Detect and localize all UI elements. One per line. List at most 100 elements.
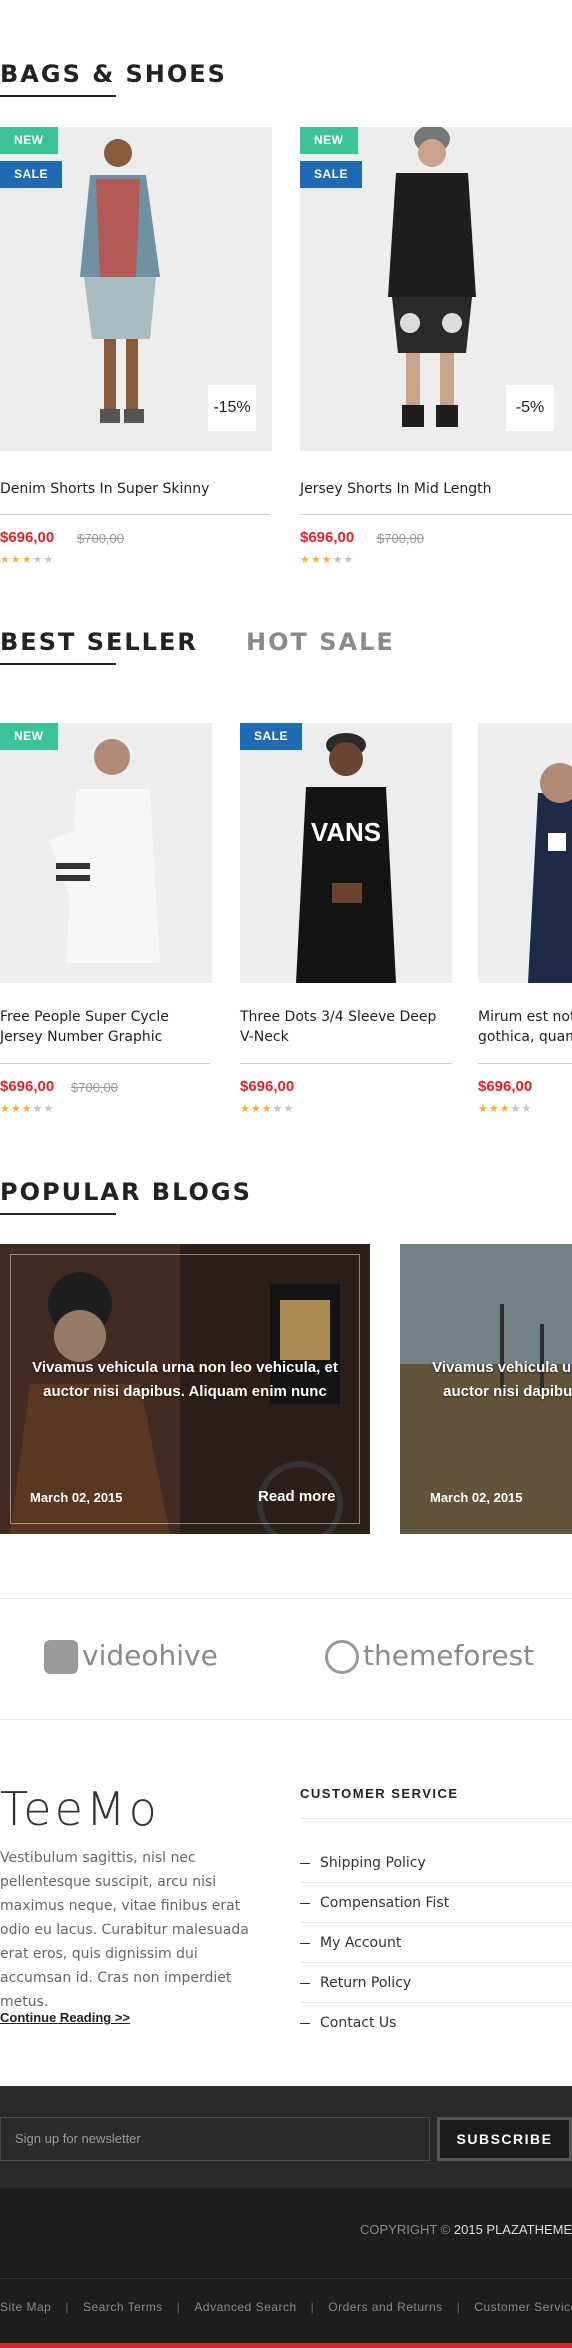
bottom-link-advanced-search[interactable]: Advanced Search	[194, 2300, 296, 2314]
product-price: $696,00	[0, 1078, 55, 1095]
product-image[interactable]: NEW SALE -5%	[300, 127, 572, 451]
star-rating: ★★★★★	[300, 554, 355, 566]
product-card[interactable]: VANS SALE Three Dots 3/4 Sleeve Deep V-N…	[240, 723, 452, 1123]
divider	[240, 1063, 452, 1064]
old-price: $700,00	[77, 531, 124, 546]
dash-icon	[300, 1862, 310, 1864]
copyright-prefix: COPYRIGHT ©	[360, 2222, 451, 2237]
blog-card[interactable]: Vivamus vehicula urna non leo vehicula, …	[400, 1244, 572, 1534]
blog-excerpt: Vivamus vehicula urna non leo vehicula, …	[432, 1359, 572, 1400]
divider	[0, 514, 270, 515]
separator: |	[456, 2300, 461, 2314]
title-underline	[0, 95, 116, 97]
separator: |	[310, 2300, 315, 2314]
tab-hot-sale[interactable]: HOT SALE	[246, 628, 395, 656]
product-name[interactable]: Free People Super Cycle Jersey Number Gr…	[0, 1007, 212, 1047]
title-underline	[0, 663, 116, 665]
sale-badge: SALE	[0, 161, 63, 188]
product-name[interactable]: Three Dots 3/4 Sleeve Deep V-Neck	[240, 1007, 452, 1047]
bags-shoes-title: BAGS & SHOES	[0, 60, 227, 88]
model-photo	[478, 723, 572, 983]
sale-badge: SALE	[300, 161, 363, 188]
old-price: $700,00	[377, 531, 424, 546]
blog-excerpt: Vivamus vehicula urna non leo vehicula, …	[32, 1359, 338, 1400]
cs-link-label: Compensation Fist	[320, 1895, 450, 1911]
cs-link-contact[interactable]: Contact Us	[300, 2003, 572, 2043]
cs-link-label: Shipping Policy	[320, 1855, 426, 1871]
footer-logo[interactable]: TeeMo	[0, 1782, 160, 1836]
copyright-name: 2015 PLAZATHEMES	[453, 2222, 572, 2237]
newsletter-input[interactable]: Sign up for newsletter	[0, 2117, 430, 2161]
dash-icon	[300, 1942, 310, 1944]
product-card[interactable]: NEW SALE -5% Jersey Shorts In Mid Length…	[300, 127, 572, 577]
cs-link-account[interactable]: My Account	[300, 1923, 572, 1963]
accent-bar	[0, 2343, 572, 2348]
cs-link-shipping[interactable]: Shipping Policy	[300, 1843, 572, 1883]
themeforest-icon	[325, 1640, 359, 1674]
product-name[interactable]: Mirum est notare quam littera gothica, q…	[478, 1007, 572, 1047]
divider	[300, 1818, 572, 1819]
dash-icon	[300, 2022, 310, 2024]
popular-blogs-title: POPULAR BLOGS	[0, 1178, 252, 1206]
brand-strip: videohive themeforest	[0, 1598, 572, 1720]
continue-reading-link[interactable]: Continue Reading >>	[0, 2010, 130, 2025]
cs-link-label: Contact Us	[320, 2015, 397, 2031]
model-photo	[0, 723, 212, 983]
blog-date: March 02, 2015	[30, 1490, 123, 1505]
tab-best-seller[interactable]: BEST SELLER	[0, 628, 198, 656]
product-price: $696,00	[478, 1078, 533, 1095]
bottom-link-customer-service[interactable]: Customer Service	[474, 2300, 572, 2314]
blog-date: March 02, 2015	[430, 1490, 523, 1505]
bottom-links: Site Map | Search Terms | Advanced Search | Or…	[0, 2300, 572, 2314]
brand-label: videohive	[82, 1639, 218, 1672]
product-card[interactable]: NEW SALE -15% Denim Shorts In Super Skin…	[0, 127, 272, 577]
dash-icon	[300, 1902, 310, 1904]
product-card[interactable]: NEW Free People Super Cycle Jersey Numbe…	[0, 723, 212, 1123]
separator: |	[65, 2300, 69, 2314]
new-badge: NEW	[0, 723, 58, 750]
cs-link-compensation[interactable]: Compensation Fist	[300, 1883, 572, 1923]
new-badge: NEW	[0, 127, 58, 154]
cs-link-label: My Account	[320, 1935, 402, 1951]
videohive-icon	[44, 1640, 78, 1674]
star-rating: ★★★★★	[0, 554, 55, 566]
product-image[interactable]: VANS SALE	[240, 723, 452, 983]
old-price: $700,00	[71, 1080, 118, 1095]
subscribe-button[interactable]: SUBSCRIBE	[437, 2117, 572, 2161]
bottom-link-sitemap[interactable]: Site Map	[0, 2300, 51, 2314]
product-image[interactable]	[478, 723, 572, 983]
separator: |	[176, 2300, 181, 2314]
bottom-link-orders-returns[interactable]: Orders and Returns	[328, 2300, 442, 2314]
divider	[478, 1063, 572, 1064]
discount-badge: -15%	[208, 385, 256, 431]
cs-link-return[interactable]: Return Policy	[300, 1963, 572, 2003]
new-badge: NEW	[300, 127, 358, 154]
brand-label: themeforest	[363, 1639, 535, 1672]
brand-themeforest[interactable]: themeforest	[325, 1639, 534, 1674]
product-price: $696,00	[0, 529, 55, 546]
copyright-text: COPYRIGHT © 2015 PLAZATHEMES	[360, 2222, 572, 2237]
svg-text:VANS: VANS	[311, 817, 381, 847]
customer-service-title: CUSTOMER SERVICE	[300, 1786, 459, 1801]
cs-link-label: Return Policy	[320, 1975, 412, 1991]
product-name[interactable]: Jersey Shorts In Mid Length	[300, 479, 572, 499]
sale-badge: SALE	[240, 723, 303, 750]
dash-icon	[300, 1982, 310, 1984]
brand-videohive[interactable]: videohive	[44, 1639, 218, 1674]
discount-badge: -5%	[506, 385, 554, 431]
product-price: $696,00	[300, 529, 355, 546]
title-underline	[0, 1213, 116, 1215]
model-photo: VANS	[240, 723, 452, 983]
star-rating: ★★★★★	[0, 1103, 55, 1115]
blog-card[interactable]: Vivamus vehicula urna non leo vehicula, …	[0, 1244, 370, 1534]
product-image[interactable]: NEW SALE -15%	[0, 127, 272, 451]
bottom-link-search-terms[interactable]: Search Terms	[83, 2300, 163, 2314]
product-card[interactable]: Mirum est notare quam littera gothica, q…	[478, 723, 572, 1123]
read-more-link[interactable]: Read more	[258, 1488, 336, 1505]
divider	[0, 1063, 210, 1064]
divider	[300, 514, 572, 515]
product-image[interactable]: NEW	[0, 723, 212, 983]
product-name[interactable]: Denim Shorts In Super Skinny	[0, 479, 272, 499]
star-rating: ★★★★★	[240, 1103, 295, 1115]
product-price: $696,00	[240, 1078, 295, 1095]
